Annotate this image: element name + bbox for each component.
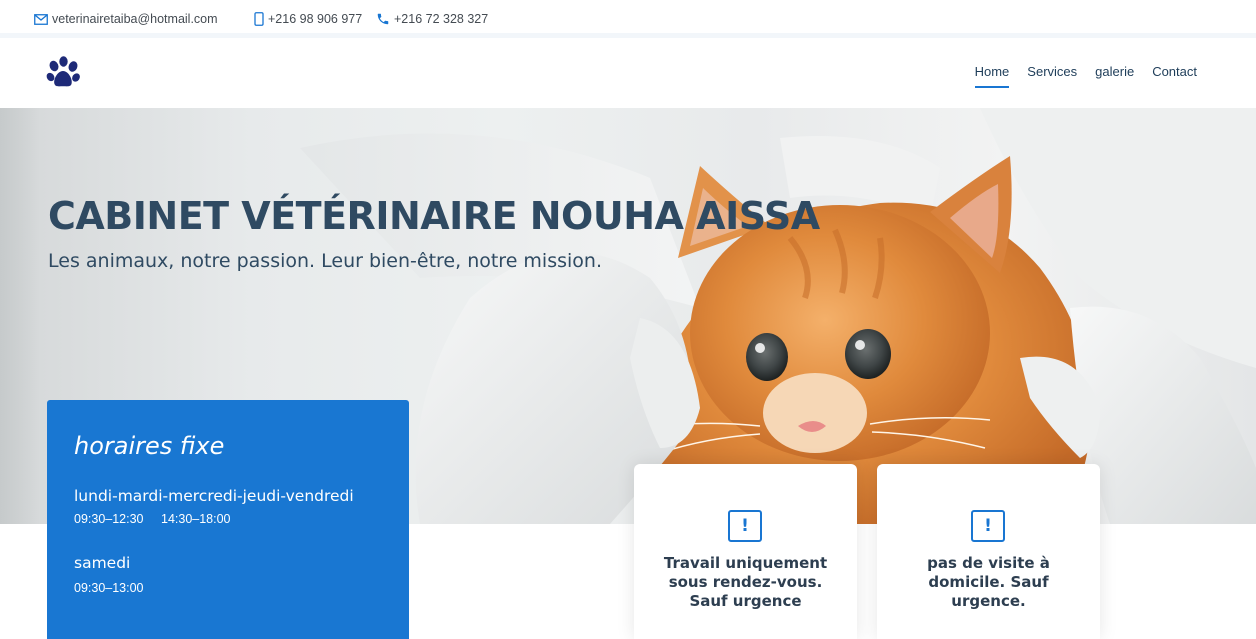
nav-home[interactable]: Home — [974, 64, 1010, 88]
hero-subtitle: Les animaux, notre passion. Leur bien-êt… — [48, 250, 602, 272]
notice-text: Travail uniquement sous rendez-vous. Sau… — [663, 554, 828, 610]
site-header: Home Services galerie Contact — [0, 38, 1256, 108]
contact-email[interactable]: veterinairetaiba@hotmail.com — [34, 12, 218, 26]
opening-hours-box: horaires fixe lundi-mardi-mercredi-jeudi… — [47, 400, 409, 639]
phone-icon — [377, 13, 389, 25]
mobile-icon — [254, 12, 264, 26]
hours-weekdays-label: lundi-mardi-mercredi-jeudi-vendredi — [74, 487, 354, 505]
contact-email-text: veterinairetaiba@hotmail.com — [52, 12, 218, 26]
notice-text: pas de visite à domicile. Sauf urgence. — [927, 554, 1050, 610]
notice-card-home-visit: ! pas de visite à domicile. Sauf urgence… — [877, 464, 1100, 639]
hero-title: CABINET VÉTÉRINAIRE NOUHA AISSA — [48, 194, 820, 238]
hours-saturday-times: 09:30–13:00 — [74, 581, 409, 595]
contact-mobile-text: +216 98 906 977 — [268, 12, 363, 26]
hours-saturday-label: samedi — [74, 554, 131, 572]
hours-title: horaires fixe — [74, 432, 225, 460]
notice-card-appointment: ! Travail uniquement sous rendez-vous. S… — [634, 464, 857, 639]
hours-time-slot: 09:30–12:30 — [74, 512, 144, 526]
contact-phone-text: +216 72 328 327 — [394, 12, 489, 26]
nav-contact[interactable]: Contact — [1152, 64, 1197, 88]
main-nav: Home Services galerie Contact — [957, 64, 1197, 88]
hours-time-slot: 09:30–13:00 — [74, 581, 144, 595]
contact-mobile[interactable]: +216 98 906 977 — [254, 12, 362, 26]
exclamation-icon: ! — [971, 510, 1005, 542]
envelope-icon — [34, 13, 48, 25]
contact-phone[interactable]: +216 72 328 327 — [376, 12, 488, 26]
nav-services[interactable]: Services — [1027, 64, 1077, 88]
exclamation-icon: ! — [728, 510, 762, 542]
hours-weekdays-times: 09:30–12:30 14:30–18:00 — [74, 512, 409, 526]
hours-time-slot: 14:30–18:00 — [161, 512, 231, 526]
top-contact-bar: veterinairetaiba@hotmail.com +216 98 906… — [0, 0, 1256, 38]
nav-galerie[interactable]: galerie — [1095, 64, 1134, 88]
paw-icon[interactable] — [45, 55, 81, 91]
